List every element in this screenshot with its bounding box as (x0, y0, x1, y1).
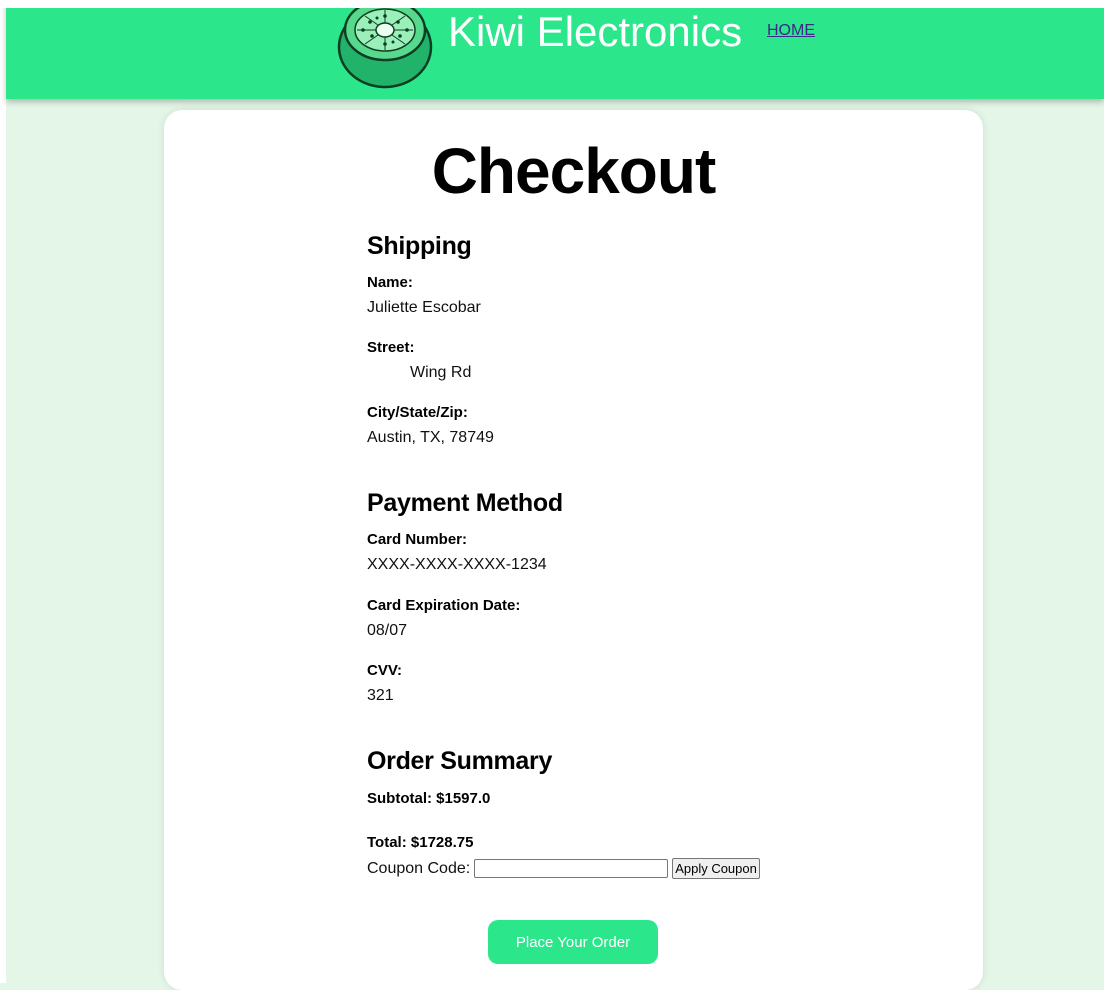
total-text: Total: $1728.75 (367, 834, 474, 851)
name-value: Juliette Escobar (367, 299, 481, 316)
card-expiration-value: 08/07 (367, 622, 408, 639)
order-summary-heading: Order Summary (367, 747, 553, 775)
cvv-value: 321 (367, 687, 394, 704)
home-link[interactable]: HOME (767, 22, 815, 40)
coupon-row: Coupon Code: Apply Coupon (367, 858, 760, 879)
place-order-button[interactable]: Place Your Order (488, 920, 658, 964)
site-header: Kiwi Electronics HOME (6, 0, 1104, 99)
card-number-value: XXXX-XXXX-XXXX-1234 (367, 556, 547, 573)
page-title: Checkout (431, 135, 717, 207)
city-state-zip-label: City/State/Zip: (367, 404, 468, 421)
city-state-zip-value: Austin, TX, 78749 (367, 429, 494, 446)
card-number-label: Card Number: (367, 531, 468, 548)
street-value: Wing Rd (410, 364, 472, 381)
subtotal-text: Subtotal: $1597.0 (367, 790, 491, 807)
window-top-edge (0, 0, 1104, 8)
shipping-heading: Shipping (367, 232, 472, 260)
cvv-label: CVV: (367, 662, 403, 679)
street-label: Street: (367, 339, 415, 356)
coupon-code-label: Coupon Code: (367, 859, 471, 877)
card-expiration-label: Card Expiration Date: (367, 597, 521, 614)
kiwi-fruit-icon (337, 0, 433, 89)
payment-method-heading: Payment Method (367, 489, 563, 517)
apply-coupon-button[interactable]: Apply Coupon (672, 858, 760, 879)
name-label: Name: (367, 274, 413, 291)
coupon-code-input[interactable] (474, 859, 669, 878)
brand-name: Kiwi Electronics (448, 8, 743, 55)
